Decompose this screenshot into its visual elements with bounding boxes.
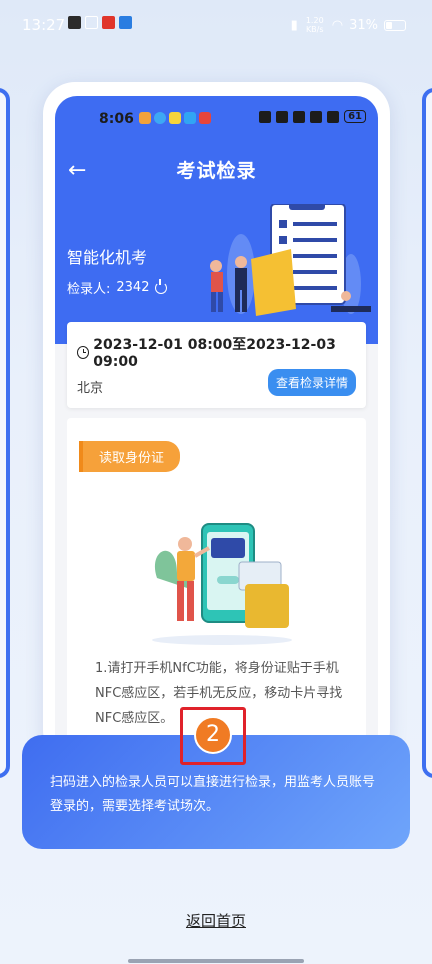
app-icon bbox=[199, 112, 211, 124]
home-indicator[interactable] bbox=[128, 959, 304, 963]
notification-icons bbox=[68, 16, 132, 29]
step-badge: 2 bbox=[194, 716, 232, 754]
app-icon bbox=[85, 16, 98, 29]
battery-icon bbox=[384, 19, 406, 31]
session-location: 北京 bbox=[77, 381, 104, 396]
app-icon bbox=[154, 112, 166, 124]
logout-icon[interactable] bbox=[155, 278, 168, 294]
next-card-edge[interactable] bbox=[422, 88, 432, 778]
phone-preview: 8:06 61 ← 考试检录 智能化机考 检录人: 2342 2023-12-0… bbox=[43, 82, 390, 762]
alarm-clock-icon bbox=[77, 345, 90, 359]
inner-status-right: 61 bbox=[259, 110, 366, 123]
app-icon bbox=[119, 16, 132, 29]
session-card: 2023-12-01 08:00至2023-12-03 09:00 北京 查看检… bbox=[67, 322, 366, 408]
app-icon bbox=[184, 112, 196, 124]
status-bar: 13:27 ▮ 1.20 KB/s ◠ 31% bbox=[0, 0, 432, 50]
exam-name: 智能化机考 bbox=[67, 248, 148, 267]
checker-id: 2342 bbox=[116, 280, 150, 295]
page-title: 考试检录 bbox=[176, 160, 257, 182]
status-right: ▮ 1.20 KB/s ◠ 31% bbox=[291, 16, 406, 34]
session-time: 2023-12-01 08:00至2023-12-03 09:00 bbox=[77, 334, 366, 370]
checklist-illustration bbox=[210, 204, 371, 316]
checker-label: 检录人: bbox=[67, 282, 111, 297]
app-icon bbox=[139, 112, 151, 124]
app-icon bbox=[102, 16, 115, 29]
session-time-range: 2023-12-01 08:00至2023-12-03 09:00 bbox=[93, 337, 336, 370]
app-icon bbox=[68, 16, 81, 29]
guide-text: 扫码进入的检录人员可以直接进行检录，用监考人员账号登录的，需要选择考试场次。 bbox=[50, 775, 376, 814]
checker-info: 检录人: 2342 bbox=[67, 278, 168, 297]
wifi-icon bbox=[310, 110, 323, 123]
battery-percent: 31% bbox=[349, 17, 378, 33]
app-icon bbox=[169, 112, 181, 124]
inner-battery: 61 bbox=[344, 110, 366, 123]
mute-icon bbox=[293, 110, 306, 123]
net-speed: 1.20 KB/s bbox=[305, 16, 324, 34]
wifi-icon: ◠ bbox=[331, 17, 344, 33]
vibrate-icon: ▮ bbox=[290, 17, 298, 33]
signal-icon bbox=[327, 110, 340, 123]
view-details-button[interactable]: 查看检录详情 bbox=[267, 369, 356, 396]
prev-card-edge[interactable] bbox=[0, 88, 10, 778]
nfc-phone-illustration bbox=[152, 523, 292, 645]
return-home-link[interactable]: 返回首页 bbox=[0, 910, 432, 931]
inner-notification-icons bbox=[139, 112, 211, 124]
phone-screen: 8:06 61 ← 考试检录 智能化机考 检录人: 2342 2023-12-0… bbox=[55, 96, 378, 762]
status-time: 13:27 bbox=[22, 16, 66, 34]
read-id-tag: 读取身份证 bbox=[79, 441, 181, 472]
inner-time: 8:06 bbox=[99, 111, 134, 127]
inner-status-bar: 8:06 61 bbox=[55, 96, 378, 142]
alarm-icon bbox=[259, 110, 272, 123]
camera-icon bbox=[276, 110, 289, 123]
